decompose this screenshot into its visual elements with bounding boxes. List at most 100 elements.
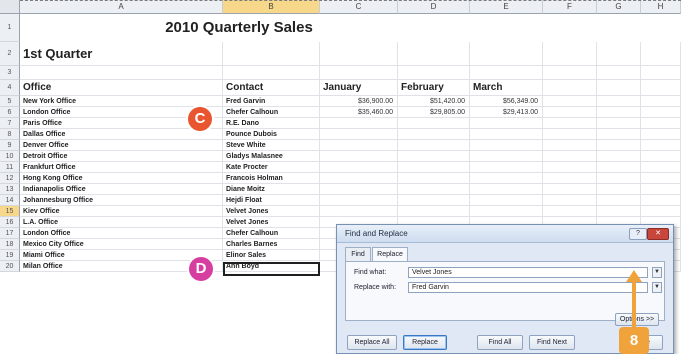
header-march[interactable]: March bbox=[470, 80, 543, 96]
sheet-title[interactable]: 2010 Quarterly Sales bbox=[20, 14, 458, 42]
column-header-d[interactable]: D bbox=[398, 0, 470, 14]
office-cell[interactable]: Kiev Office bbox=[20, 206, 223, 217]
january-cell[interactable] bbox=[320, 206, 398, 217]
empty-cell[interactable] bbox=[543, 162, 597, 173]
contact-cell[interactable]: Chefer Calhoun bbox=[223, 107, 320, 118]
column-header-c[interactable]: C bbox=[320, 0, 398, 14]
empty-cell[interactable] bbox=[641, 96, 681, 107]
empty-cell[interactable] bbox=[597, 129, 641, 140]
header-contact[interactable]: Contact bbox=[223, 80, 320, 96]
help-icon[interactable]: ? bbox=[629, 228, 647, 240]
row-header[interactable]: 15 bbox=[0, 206, 20, 217]
row-header[interactable]: 4 bbox=[0, 80, 20, 96]
empty-cell[interactable] bbox=[543, 129, 597, 140]
contact-cell[interactable]: Diane Moitz bbox=[223, 184, 320, 195]
contact-cell[interactable]: Elinor Sales bbox=[223, 250, 320, 261]
empty-cell[interactable] bbox=[320, 66, 398, 80]
empty-cell[interactable] bbox=[641, 66, 681, 80]
february-cell[interactable]: $29,805.00 bbox=[398, 107, 470, 118]
march-cell[interactable] bbox=[470, 162, 543, 173]
empty-cell[interactable] bbox=[470, 42, 543, 66]
contact-cell[interactable]: Charles Barnes bbox=[223, 239, 320, 250]
empty-cell[interactable] bbox=[641, 206, 681, 217]
column-header-e[interactable]: E bbox=[470, 0, 543, 14]
february-cell[interactable] bbox=[398, 129, 470, 140]
office-cell[interactable]: Indianapolis Office bbox=[20, 184, 223, 195]
contact-cell[interactable]: Fred Garvin bbox=[223, 96, 320, 107]
row-header[interactable]: 10 bbox=[0, 151, 20, 162]
contact-cell[interactable]: Francois Holman bbox=[223, 173, 320, 184]
empty-cell[interactable] bbox=[223, 66, 320, 80]
row-header[interactable]: 16 bbox=[0, 217, 20, 228]
empty-cell[interactable] bbox=[543, 42, 597, 66]
row-header[interactable]: 1 bbox=[0, 14, 20, 42]
tab-find[interactable]: Find bbox=[345, 247, 371, 261]
march-cell[interactable] bbox=[470, 151, 543, 162]
row-header[interactable]: 20 bbox=[0, 261, 20, 272]
empty-cell[interactable] bbox=[543, 184, 597, 195]
contact-cell[interactable]: Velvet Jones bbox=[223, 206, 320, 217]
march-cell[interactable] bbox=[470, 118, 543, 129]
january-cell[interactable] bbox=[320, 173, 398, 184]
replace-button[interactable]: Replace bbox=[403, 335, 447, 350]
empty-cell[interactable] bbox=[641, 173, 681, 184]
empty-cell[interactable] bbox=[543, 107, 597, 118]
empty-cell[interactable] bbox=[597, 162, 641, 173]
row-header[interactable]: 9 bbox=[0, 140, 20, 151]
empty-cell[interactable] bbox=[641, 162, 681, 173]
march-cell[interactable] bbox=[470, 195, 543, 206]
empty-cell[interactable] bbox=[20, 66, 223, 80]
january-cell[interactable] bbox=[320, 184, 398, 195]
row-header[interactable]: 12 bbox=[0, 173, 20, 184]
empty-cell[interactable] bbox=[543, 173, 597, 184]
march-cell[interactable] bbox=[470, 140, 543, 151]
row-header[interactable]: 7 bbox=[0, 118, 20, 129]
empty-cell[interactable] bbox=[641, 195, 681, 206]
empty-cell[interactable] bbox=[597, 118, 641, 129]
empty-cell[interactable] bbox=[641, 184, 681, 195]
contact-cell[interactable]: Gladys Malasnee bbox=[223, 151, 320, 162]
row-header[interactable]: 6 bbox=[0, 107, 20, 118]
march-cell[interactable] bbox=[470, 206, 543, 217]
dialog-titlebar[interactable]: Find and Replace ? ✕ bbox=[337, 225, 673, 243]
column-header-a[interactable]: A bbox=[20, 0, 223, 14]
contact-cell[interactable]: Pounce Dubois bbox=[223, 129, 320, 140]
row-header[interactable]: 11 bbox=[0, 162, 20, 173]
empty-cell[interactable] bbox=[597, 173, 641, 184]
february-cell[interactable] bbox=[398, 173, 470, 184]
contact-cell[interactable]: R.E. Dano bbox=[223, 118, 320, 129]
empty-cell[interactable] bbox=[223, 42, 320, 66]
row-header[interactable]: 17 bbox=[0, 228, 20, 239]
empty-cell[interactable] bbox=[597, 195, 641, 206]
empty-cell[interactable] bbox=[597, 80, 641, 96]
empty-cell[interactable] bbox=[597, 107, 641, 118]
empty-cell[interactable] bbox=[543, 151, 597, 162]
empty-cell[interactable] bbox=[470, 66, 543, 80]
contact-cell[interactable]: Kate Procter bbox=[223, 162, 320, 173]
january-cell[interactable] bbox=[320, 118, 398, 129]
empty-cell[interactable] bbox=[641, 80, 681, 96]
empty-cell[interactable] bbox=[543, 96, 597, 107]
february-cell[interactable] bbox=[398, 162, 470, 173]
quarter-label[interactable]: 1st Quarter bbox=[20, 42, 223, 66]
office-cell[interactable]: Johannesburg Office bbox=[20, 195, 223, 206]
column-header-b[interactable]: B bbox=[223, 0, 320, 14]
empty-cell[interactable] bbox=[597, 96, 641, 107]
february-cell[interactable]: $51,420.00 bbox=[398, 96, 470, 107]
empty-cell[interactable] bbox=[597, 184, 641, 195]
march-cell[interactable]: $56,349.00 bbox=[470, 96, 543, 107]
office-cell[interactable]: Frankfurt Office bbox=[20, 162, 223, 173]
header-january[interactable]: January bbox=[320, 80, 398, 96]
row-header[interactable]: 19 bbox=[0, 250, 20, 261]
close-icon[interactable]: ✕ bbox=[647, 228, 669, 240]
office-cell[interactable]: Dallas Office bbox=[20, 129, 223, 140]
empty-cell[interactable] bbox=[597, 151, 641, 162]
row-header[interactable]: 14 bbox=[0, 195, 20, 206]
header-office[interactable]: Office bbox=[20, 80, 223, 96]
february-cell[interactable] bbox=[398, 184, 470, 195]
empty-cell[interactable] bbox=[398, 42, 470, 66]
march-cell[interactable] bbox=[470, 173, 543, 184]
empty-cell[interactable] bbox=[597, 206, 641, 217]
find-all-button[interactable]: Find All bbox=[477, 335, 523, 350]
march-cell[interactable]: $29,413.00 bbox=[470, 107, 543, 118]
